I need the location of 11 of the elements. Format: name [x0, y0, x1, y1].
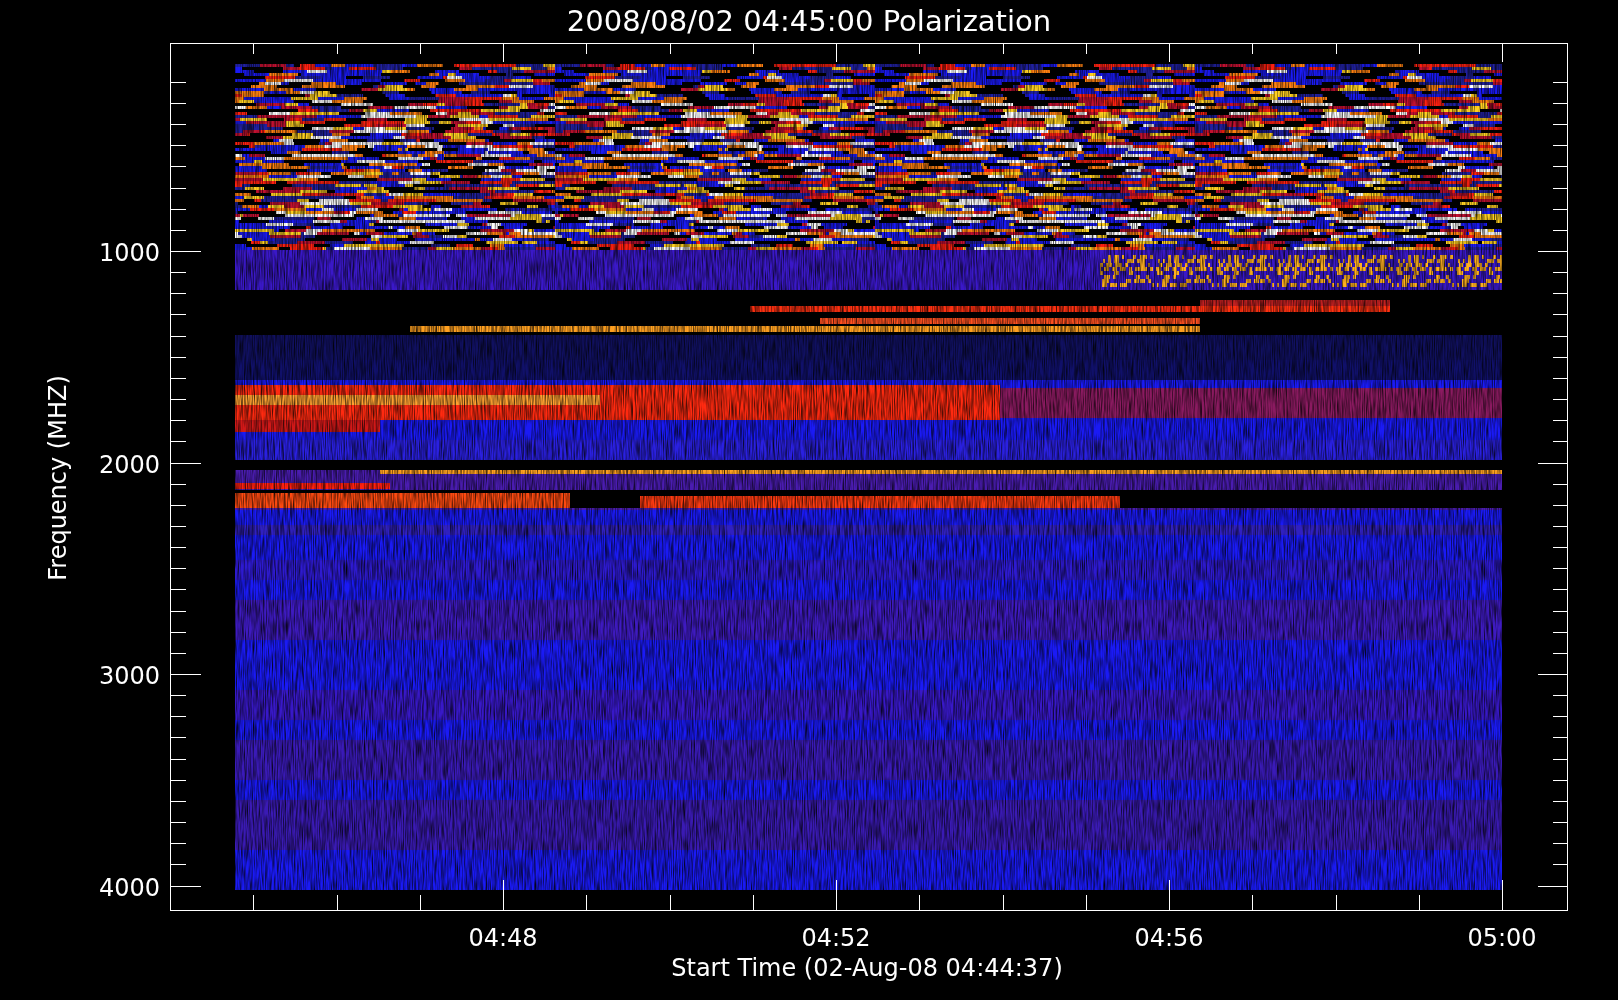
y-axis-label: Frequency (MHZ)	[44, 375, 72, 581]
x-tick-label: 05:00	[1467, 924, 1537, 952]
x-axis-label: Start Time (02-Aug-08 04:44:37)	[671, 954, 1063, 982]
y-tick-label: 1000	[98, 239, 160, 267]
x-tick-label: 04:56	[1134, 924, 1204, 952]
y-tick-label: 3000	[98, 662, 160, 690]
chart-title: 2008/08/02 04:45:00 Polarization	[566, 4, 1052, 38]
x-tick-label: 04:48	[468, 924, 538, 952]
x-tick-label: 04:52	[801, 924, 871, 952]
y-tick-label: 2000	[98, 450, 160, 479]
y-tick-label: 4000	[98, 873, 160, 902]
